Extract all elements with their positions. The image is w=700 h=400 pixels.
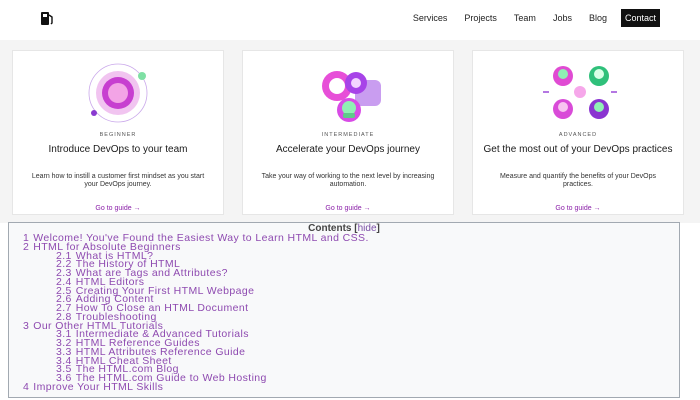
nav-jobs-link[interactable]: Jobs xyxy=(553,9,572,27)
advanced-illustration-icon xyxy=(543,66,617,119)
top-nav: Services Projects Team Jobs Blog Contact xyxy=(0,0,700,40)
fuel-pump-icon[interactable] xyxy=(40,10,54,26)
card-description: Learn how to instill a customer first mi… xyxy=(31,173,205,188)
nav-blog-link[interactable]: Blog xyxy=(589,9,607,27)
card-title: Get the most out of your DevOps practice… xyxy=(483,144,673,155)
toc-item-number: 3 xyxy=(23,319,30,332)
nav-projects-link[interactable]: Projects xyxy=(464,9,497,27)
toc-item-text[interactable]: Improve Your HTML Skills xyxy=(33,381,163,393)
beginner-illustration-icon xyxy=(88,63,148,123)
toc-item[interactable]: 4 Improve Your HTML Skills xyxy=(9,380,679,393)
intermediate-illustration-icon xyxy=(322,71,381,122)
card-description: Measure and quantify the benefits of you… xyxy=(499,173,657,188)
table-of-contents: Contents [hide] 1 Welcome! You've Found t… xyxy=(8,222,680,398)
card-level: ADVANCED xyxy=(558,132,598,138)
guide-card-beginner[interactable]: BEGINNER Introduce DevOps to your team L… xyxy=(12,50,224,215)
go-to-guide-link[interactable]: Go to guide → xyxy=(473,205,683,212)
guide-card-advanced[interactable]: ADVANCED Get the most out of your DevOps… xyxy=(472,50,684,215)
go-to-guide-link[interactable]: Go to guide → xyxy=(13,205,223,212)
contact-button[interactable]: Contact xyxy=(620,9,660,27)
guide-cards-section: BEGINNER Introduce DevOps to your team L… xyxy=(0,40,700,223)
card-title: Accelerate your DevOps journey xyxy=(276,144,420,155)
nav-links: Services Projects Team Jobs Blog Contact xyxy=(396,9,660,27)
toc-item-number: 4 xyxy=(23,380,30,393)
go-to-guide-link[interactable]: Go to guide → xyxy=(243,205,453,212)
nav-team-link[interactable]: Team xyxy=(514,9,536,27)
guide-card-intermediate[interactable]: INTERMEDIATE Accelerate your DevOps jour… xyxy=(242,50,454,215)
card-level: BEGINNER xyxy=(99,132,137,138)
nav-services-link[interactable]: Services xyxy=(413,9,448,27)
card-description: Take your way of working to the next lev… xyxy=(261,173,435,188)
toc-item-number: 2 xyxy=(23,240,30,253)
card-level: INTERMEDIATE xyxy=(321,132,375,138)
toc-list: 1 Welcome! You've Found the Easiest Way t… xyxy=(9,233,679,393)
card-title: Introduce DevOps to your team xyxy=(48,144,188,155)
